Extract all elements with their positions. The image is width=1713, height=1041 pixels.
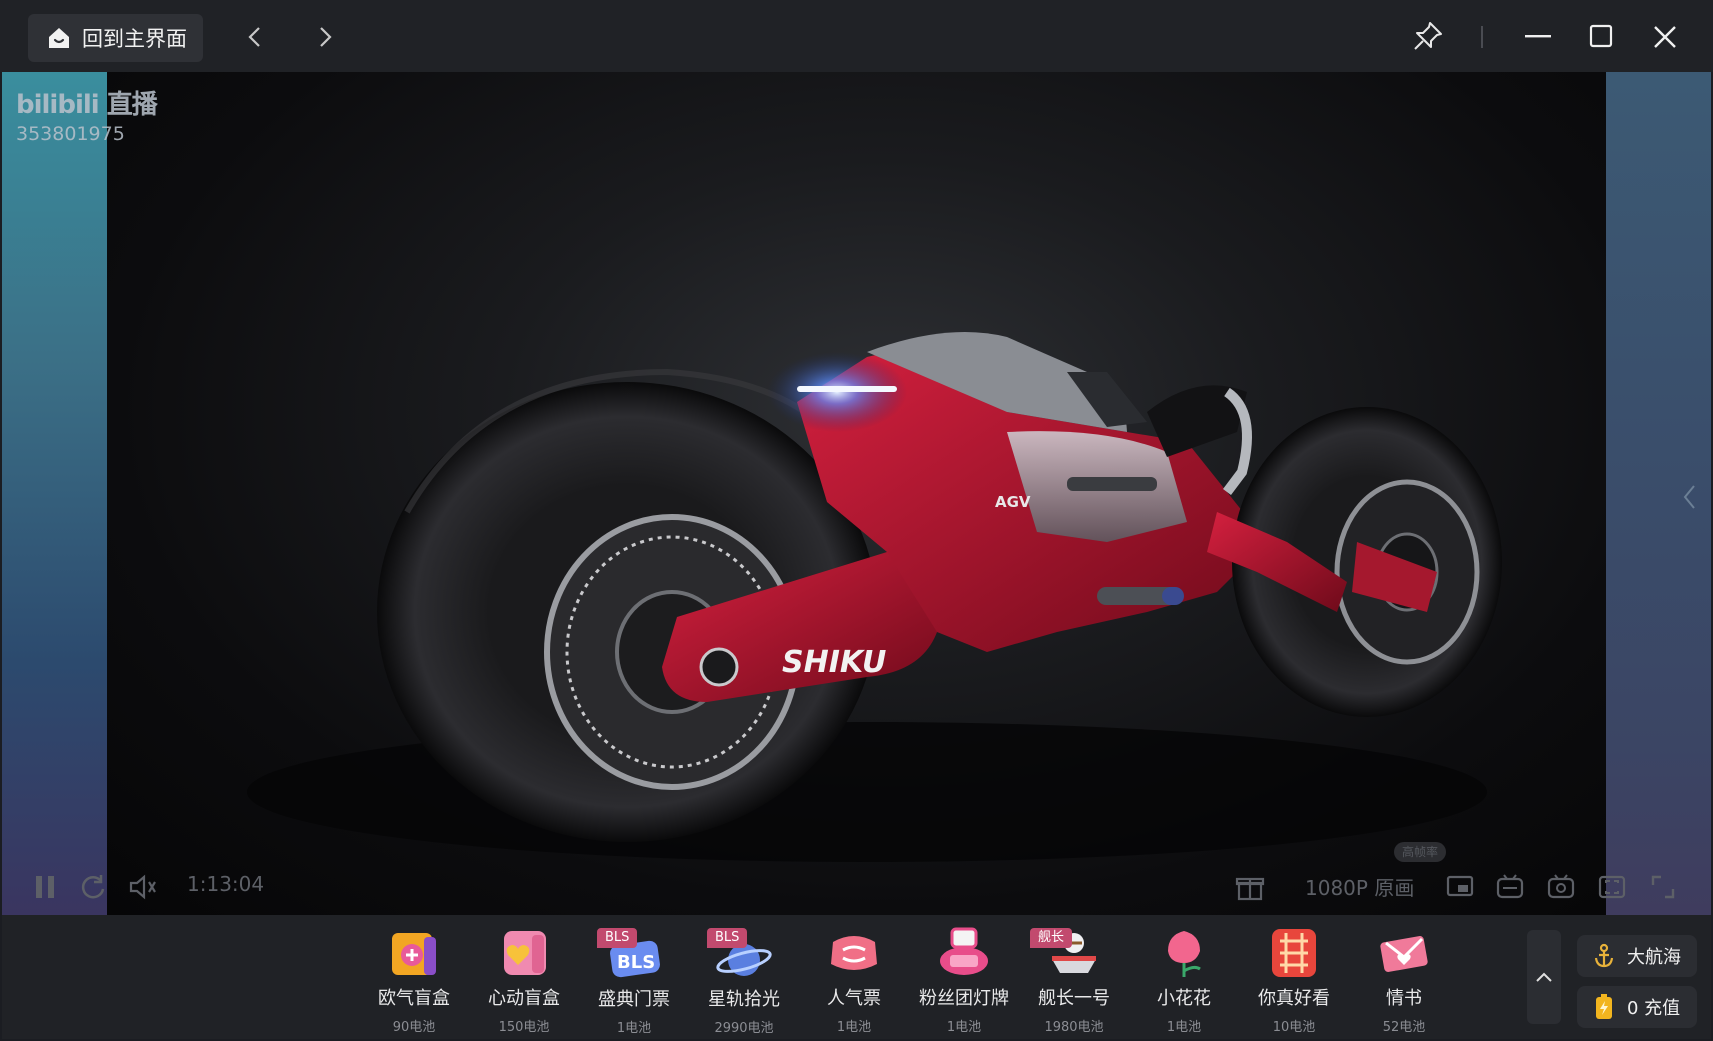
pause-icon[interactable] (28, 870, 62, 904)
anchor-icon (1591, 943, 1617, 969)
gift-item[interactable]: 粉丝团灯牌 1电池 (909, 923, 1019, 1035)
danmaku-settings-icon[interactable] (1543, 869, 1579, 905)
recharge-button[interactable]: 0 充值 (1577, 986, 1697, 1028)
flower-icon (1153, 923, 1215, 982)
gift-bar: 欧气盲盒 90电池 心动盲盒 150电池 BLS BLS 盛典门票 1电池 BL… (2, 915, 1711, 1039)
motorcycle-image: SHIKU AGV (247, 332, 1502, 862)
gift-item[interactable]: 情书 52电池 (1349, 923, 1459, 1035)
expand-gifts-button[interactable] (1527, 930, 1561, 1024)
gift-name: 情书 (1386, 988, 1422, 1009)
webfullscreen-icon[interactable] (1594, 869, 1630, 905)
title-bar: 回到主界面 (0, 0, 1713, 72)
home-button[interactable]: 回到主界面 (28, 14, 203, 62)
gift-price: 1电池 (836, 1020, 872, 1035)
love-letter-icon (1373, 923, 1435, 982)
video-side-margin (1606, 72, 1711, 915)
gift-price: 1电池 (946, 1020, 982, 1035)
elapsed-time: 1:13:04 (187, 872, 265, 896)
gift-name: 欧气盲盒 (378, 988, 450, 1009)
side-collapse-icon[interactable] (1680, 482, 1700, 512)
fullscreen-icon[interactable] (1645, 869, 1681, 905)
gift-item[interactable]: 人气票 1电池 (799, 923, 909, 1035)
gift-name: 你真好看 (1258, 988, 1330, 1009)
gift-name: 星轨拾光 (708, 989, 780, 1010)
gift-tag: BLS (707, 928, 748, 948)
pip-icon[interactable] (1442, 869, 1478, 905)
high-framerate-badge: 高帧率 (1394, 842, 1447, 862)
gift-price: 1980电池 (1044, 1020, 1104, 1035)
quality-selector[interactable]: 1080P 原画 (1305, 872, 1414, 901)
maximize-icon[interactable] (1585, 20, 1617, 52)
guard-label: 大航海 (1627, 947, 1681, 968)
you-look-good-icon (1263, 923, 1325, 982)
room-id: 353801975 (16, 123, 125, 145)
gift-price: 10电池 (1272, 1020, 1316, 1035)
fan-lamp-icon (933, 923, 995, 982)
pin-icon[interactable] (1410, 18, 1446, 54)
bike-brand-text: SHIKU (782, 645, 886, 680)
gift-item[interactable]: 你真好看 10电池 (1239, 923, 1349, 1035)
platform-watermark: bilibili 直播 353801975 (16, 84, 158, 145)
mute-icon[interactable] (126, 870, 160, 904)
gift-name: 小花花 (1157, 988, 1211, 1009)
svg-text:BLS: BLS (617, 952, 655, 973)
back-icon[interactable] (240, 22, 270, 52)
guard-button[interactable]: 大航海 (1577, 935, 1697, 977)
titlebar-divider (1481, 26, 1483, 48)
gift-price: 1电池 (616, 1021, 652, 1036)
gift-name: 人气票 (827, 988, 881, 1009)
bilibili-live-logo: bilibili 直播 (16, 90, 158, 120)
gift-name: 粉丝团灯牌 (919, 988, 1009, 1009)
gift-item[interactable]: 欧气盲盒 90电池 (359, 923, 469, 1035)
gift-item[interactable]: BLS 星轨拾光 2990电池 (689, 923, 799, 1036)
gift-icon[interactable] (1232, 869, 1268, 905)
gift-name: 心动盲盒 (488, 988, 560, 1009)
gift-tag: 舰长 (1030, 928, 1073, 948)
minimize-icon[interactable] (1522, 22, 1554, 52)
heart-blind-box-icon (493, 923, 555, 982)
gift-price: 150电池 (498, 1020, 550, 1035)
gift-item[interactable]: 心动盲盒 150电池 (469, 923, 579, 1035)
gift-price: 1电池 (1166, 1020, 1202, 1035)
popularity-ticket-icon (823, 923, 885, 982)
close-icon[interactable] (1648, 20, 1682, 54)
video-player[interactable]: SHIKU AGV bilibili 直播 353801975 1:13:04 … (2, 72, 1711, 915)
home-button-label: 回到主界面 (82, 27, 187, 51)
home-icon (44, 23, 74, 53)
gift-name: 舰长一号 (1038, 988, 1110, 1009)
video-frame: SHIKU AGV (107, 72, 1606, 915)
gift-name: 盛典门票 (598, 989, 670, 1010)
bike-badge-text: AGV (995, 493, 1031, 511)
gift-item[interactable]: 舰长 舰长一号 1980电池 (1019, 923, 1129, 1035)
gift-item[interactable]: BLS BLS 盛典门票 1电池 (579, 923, 689, 1036)
refresh-icon[interactable] (76, 870, 110, 904)
gift-item[interactable]: 小花花 1电池 (1129, 923, 1239, 1035)
gift-price: 52电池 (1382, 1020, 1426, 1035)
gift-tag: BLS (597, 928, 638, 948)
forward-icon[interactable] (310, 22, 340, 52)
blind-box-icon (383, 923, 445, 982)
gift-price: 2990电池 (714, 1021, 774, 1036)
danmaku-icon[interactable] (1492, 869, 1528, 905)
gift-price: 90电池 (392, 1020, 436, 1035)
chevron-up-icon (1536, 972, 1552, 982)
recharge-label: 0 充值 (1627, 998, 1681, 1019)
battery-icon (1591, 994, 1617, 1020)
